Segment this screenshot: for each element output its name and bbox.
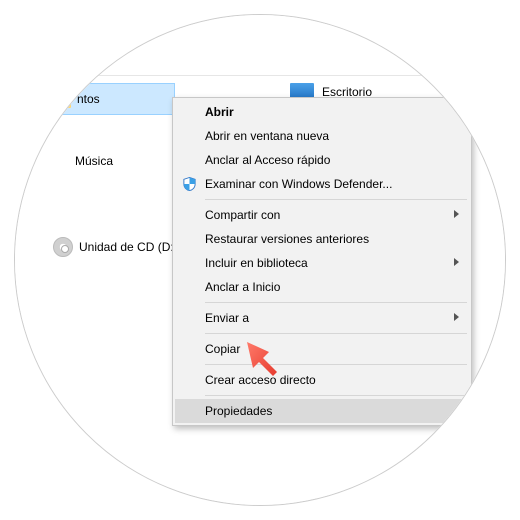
- menu-separator: [205, 199, 467, 200]
- menu-separator: [205, 333, 467, 334]
- menu-item-label: Crear acceso directo: [205, 373, 316, 387]
- panel-divider: [15, 75, 505, 76]
- submenu-arrow-icon: [454, 210, 459, 218]
- menu-item-label: Propiedades: [205, 404, 272, 418]
- menu-item-pin-quick-access[interactable]: Anclar al Acceso rápido: [175, 148, 469, 172]
- folder-icon: [47, 90, 71, 108]
- sidebar-item-musica[interactable]: Música: [53, 153, 113, 169]
- submenu-arrow-icon: [454, 313, 459, 321]
- circular-crop: ntos Escritorio Música Unidad de CD (D:)…: [14, 14, 506, 506]
- menu-item-send-to[interactable]: Enviar a: [175, 306, 469, 330]
- menu-item-label: Anclar a Inicio: [205, 280, 280, 294]
- menu-item-label: Copiar: [205, 342, 240, 356]
- defender-shield-icon: [182, 176, 197, 192]
- menu-item-label: Examinar con Windows Defender...: [205, 177, 392, 191]
- menu-separator: [205, 395, 467, 396]
- menu-item-label: Enviar a: [205, 311, 249, 325]
- sidebar-item-label: Unidad de CD (D:): [79, 240, 178, 254]
- menu-separator: [205, 364, 467, 365]
- menu-item-label: Incluir en biblioteca: [205, 256, 308, 270]
- menu-item-include-library[interactable]: Incluir en biblioteca: [175, 251, 469, 275]
- menu-item-properties[interactable]: Propiedades: [175, 399, 469, 423]
- menu-separator: [205, 302, 467, 303]
- menu-item-label: Abrir: [205, 105, 234, 119]
- context-menu: Abrir Abrir en ventana nueva Anclar al A…: [172, 97, 472, 426]
- music-icon: [53, 153, 69, 169]
- folder-item-selected[interactable]: ntos: [40, 83, 175, 115]
- menu-item-label: Compartir con: [205, 208, 280, 222]
- menu-item-copy[interactable]: Copiar: [175, 337, 469, 361]
- menu-item-open[interactable]: Abrir: [175, 100, 469, 124]
- menu-item-label: Restaurar versiones anteriores: [205, 232, 369, 246]
- menu-item-pin-start[interactable]: Anclar a Inicio: [175, 275, 469, 299]
- menu-item-open-new-window[interactable]: Abrir en ventana nueva: [175, 124, 469, 148]
- sidebar-item-cd-drive[interactable]: Unidad de CD (D:): [53, 237, 178, 257]
- menu-item-scan-defender[interactable]: Examinar con Windows Defender...: [175, 172, 469, 196]
- folder-label: ntos: [77, 92, 100, 106]
- sidebar-item-label: Música: [75, 154, 113, 168]
- menu-item-create-shortcut[interactable]: Crear acceso directo: [175, 368, 469, 392]
- explorer-window: ntos Escritorio Música Unidad de CD (D:)…: [15, 15, 505, 505]
- menu-item-label: Abrir en ventana nueva: [205, 129, 329, 143]
- cd-icon: [53, 237, 73, 257]
- submenu-arrow-icon: [454, 258, 459, 266]
- menu-item-restore-previous[interactable]: Restaurar versiones anteriores: [175, 227, 469, 251]
- menu-item-label: Anclar al Acceso rápido: [205, 153, 330, 167]
- menu-item-share-with[interactable]: Compartir con: [175, 203, 469, 227]
